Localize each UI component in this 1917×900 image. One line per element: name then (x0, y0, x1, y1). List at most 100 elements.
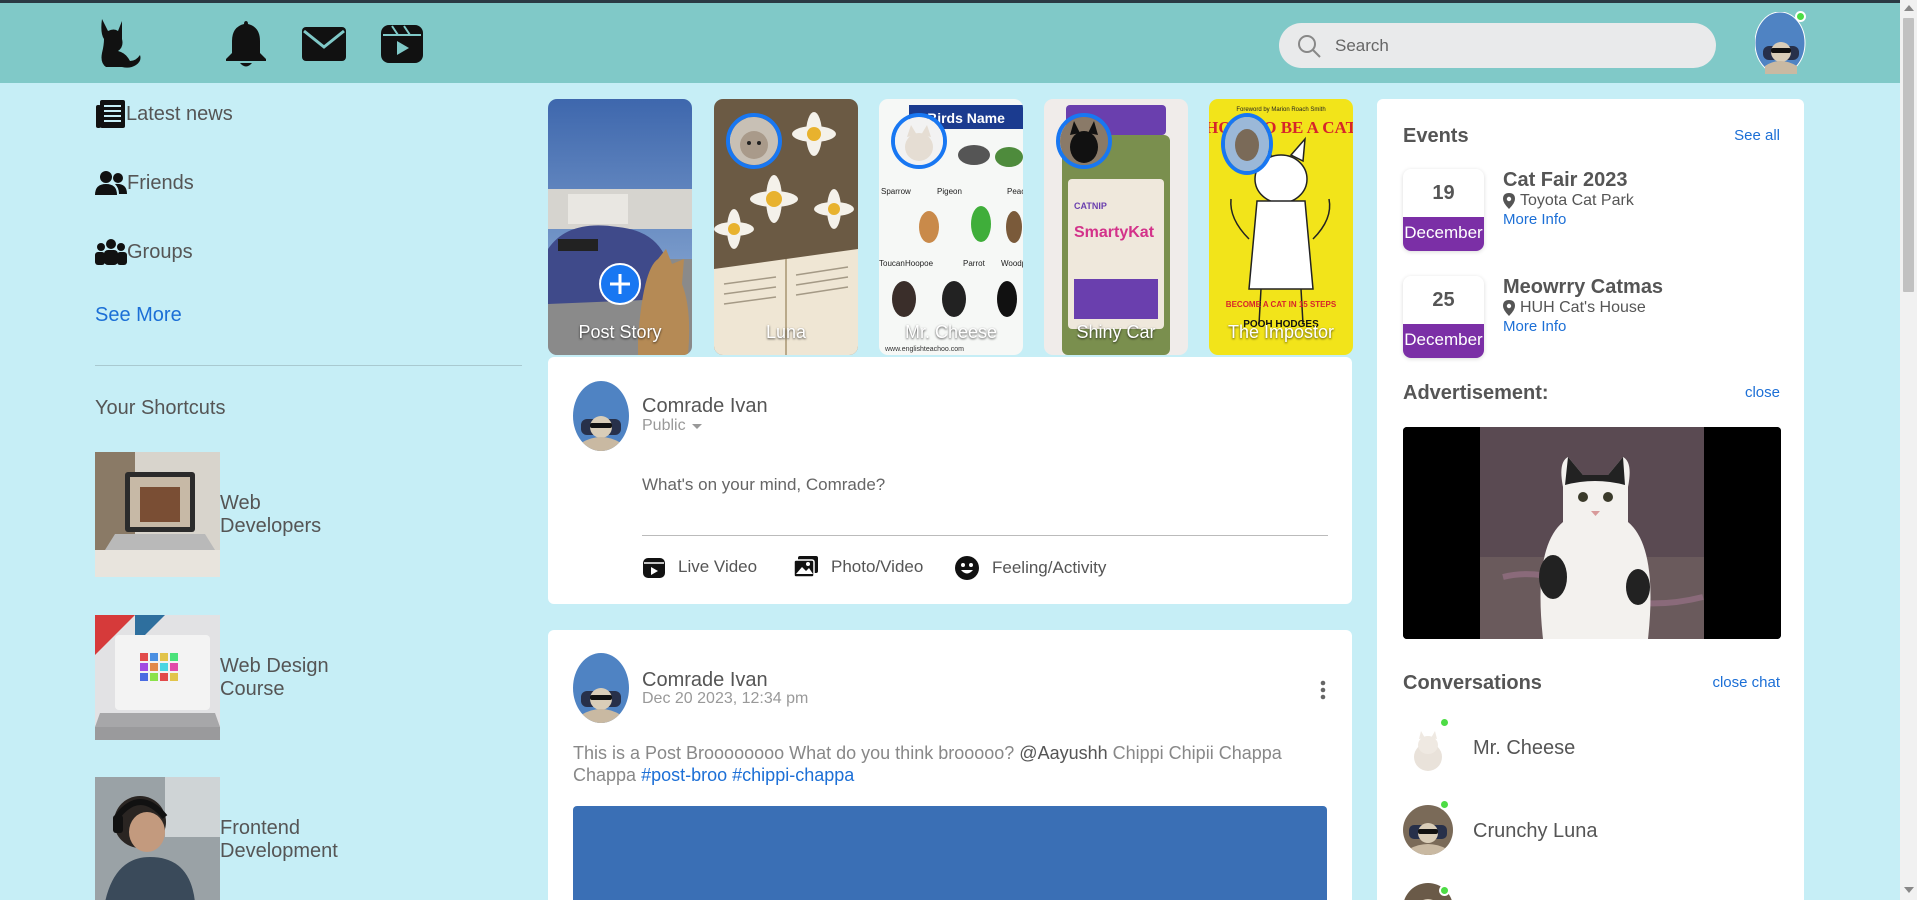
sidebar-item-latest-news[interactable]: Latest news (95, 97, 233, 131)
story-mr-cheese[interactable]: Birds Name Sparrow Pigeon Peac Toucan Ho… (879, 99, 1023, 355)
smiley-icon (955, 556, 979, 580)
composer-input[interactable]: What's on your mind, Comrade? (642, 475, 885, 495)
shortcut-label: Frontend Development (220, 816, 338, 862)
svg-text:CATNIP: CATNIP (1074, 201, 1107, 211)
svg-text:www.englishteachoo.com: www.englishteachoo.com (884, 346, 964, 353)
feeling-activity-button[interactable]: Feeling/Activity (954, 555, 1106, 581)
map-pin-icon (1503, 300, 1515, 316)
composer-author-name[interactable]: Comrade Ivan (642, 395, 768, 418)
advertisement-heading: Advertisement: (1403, 382, 1549, 404)
privacy-label: Public (642, 417, 686, 434)
event-more-info-link[interactable]: More Info (1503, 211, 1566, 228)
shortcut-thumbnail (95, 452, 220, 577)
sidebar-item-label: Friends (127, 171, 194, 194)
mail-icon[interactable] (300, 17, 348, 69)
profile-avatar[interactable] (1754, 11, 1806, 75)
svg-text:Pigeon: Pigeon (937, 187, 962, 196)
map-pin-icon (1503, 193, 1515, 209)
event-location-text: Toyota Cat Park (1520, 192, 1634, 209)
sidebar-item-label: Groups (127, 240, 193, 263)
see-more-link[interactable]: See More (95, 304, 182, 327)
live-video-icon (643, 558, 665, 578)
shortcut-frontend-development[interactable]: Frontend Development (95, 777, 340, 900)
story-avatar (1221, 113, 1273, 175)
scroll-down-arrow-icon[interactable] (1904, 887, 1914, 893)
story-post-story[interactable]: Post Story (548, 99, 692, 355)
conversations-heading: Conversations (1403, 672, 1542, 694)
svg-text:Sparrow: Sparrow (881, 187, 911, 196)
online-indicator (1439, 885, 1450, 896)
avatar[interactable] (573, 653, 629, 723)
sidebar-item-label: Latest news (126, 102, 233, 125)
groups-icon (95, 239, 127, 265)
shortcut-thumbnail (95, 615, 220, 740)
svg-text:BECOME A CAT IN 15 STEPS: BECOME A CAT IN 15 STEPS (1226, 300, 1337, 309)
ad-close-link[interactable]: close (1745, 384, 1780, 401)
shortcut-web-design-course[interactable]: Web Design Course (95, 615, 340, 740)
shortcut-label: Web Developers (220, 491, 322, 537)
event-location-text: HUH Cat's House (1520, 299, 1646, 316)
search-bar[interactable] (1279, 23, 1716, 68)
hashtag-link[interactable]: #post-broo (641, 765, 727, 785)
live-video-button[interactable]: Live Video (642, 555, 757, 579)
sidebar-item-groups[interactable]: Groups (95, 235, 193, 269)
svg-text:Foreword by Marion Roach Smith: Foreword by Marion Roach Smith (1236, 107, 1325, 113)
post-author-name[interactable]: Comrade Ivan (642, 669, 768, 692)
event-location: Toyota Cat Park (1503, 192, 1634, 210)
conversation-name[interactable]: Crunchy Luna (1473, 820, 1598, 843)
search-input[interactable] (1335, 33, 1695, 59)
story-luna[interactable]: Luna (714, 99, 858, 355)
mention-link[interactable]: @Aayushh (1019, 743, 1107, 763)
avatar[interactable] (1403, 723, 1453, 773)
story-the-impostor[interactable]: Foreword by Marion Roach Smith HOW TO BE… (1209, 99, 1353, 355)
events-heading: Events (1403, 125, 1469, 147)
more-options-icon[interactable] (1320, 680, 1326, 700)
shortcut-label: Web Design Course (220, 654, 329, 700)
event-month: December (1403, 324, 1484, 358)
bell-icon[interactable] (222, 17, 270, 69)
svg-text:Toucan: Toucan (879, 259, 905, 268)
event-title[interactable]: Cat Fair 2023 (1503, 169, 1628, 192)
search-icon (1298, 35, 1321, 58)
story-avatar (891, 113, 947, 169)
newspaper-icon (96, 100, 125, 128)
event-title[interactable]: Meowrry Catmas (1503, 276, 1663, 299)
post-text: This is a Post Broooooooo What do you th… (573, 743, 1015, 763)
post-body: This is a Post Broooooooo What do you th… (573, 742, 1333, 786)
cat-logo-icon[interactable] (96, 17, 142, 69)
event-day: 25 (1432, 289, 1455, 311)
advertisement-image[interactable] (1403, 427, 1781, 639)
avatar[interactable] (573, 381, 629, 451)
svg-text:Parrot: Parrot (963, 259, 986, 268)
story-name: Luna (765, 322, 807, 342)
post-composer: Comrade Ivan Public What's on your mind,… (548, 357, 1352, 604)
hashtag-link[interactable]: #chippi-chappa (732, 765, 854, 785)
scrollbar[interactable] (1900, 0, 1917, 900)
online-indicator (1795, 11, 1806, 22)
close-chat-link[interactable]: close chat (1712, 674, 1780, 691)
scroll-thumb[interactable] (1903, 18, 1914, 292)
story-name: Shiny Car (1076, 322, 1156, 342)
avatar[interactable] (1403, 805, 1453, 855)
shortcut-web-developers[interactable]: Web Developers (95, 452, 340, 577)
event-day: 19 (1432, 182, 1455, 204)
add-story-button[interactable] (599, 263, 641, 305)
story-shiny-car[interactable]: CATNIP SmartyKat Shiny Car (1044, 99, 1188, 355)
story-avatar (1056, 113, 1112, 169)
event-more-info-link[interactable]: More Info (1503, 318, 1566, 335)
scroll-up-arrow-icon[interactable] (1904, 5, 1914, 11)
events-see-all-link[interactable]: See all (1734, 127, 1780, 144)
conversation-name[interactable]: Mr. Cheese (1473, 737, 1575, 760)
sidebar-item-friends[interactable]: Friends (95, 166, 194, 200)
event-location: HUH Cat's House (1503, 299, 1646, 317)
photo-video-button[interactable]: Photo/Video (793, 555, 923, 579)
svg-text:Woodp: Woodp (1001, 259, 1023, 268)
svg-text:SmartyKat: SmartyKat (1074, 224, 1155, 241)
svg-text:Peac: Peac (1007, 187, 1023, 196)
svg-text:Hoopoe: Hoopoe (905, 259, 934, 268)
video-reel-icon[interactable] (378, 17, 426, 69)
post-card: Comrade Ivan Dec 20 2023, 12:34 pm This … (548, 630, 1352, 900)
event-month: December (1403, 217, 1484, 251)
privacy-selector[interactable]: Public (642, 417, 703, 435)
post-image[interactable] (573, 806, 1327, 900)
